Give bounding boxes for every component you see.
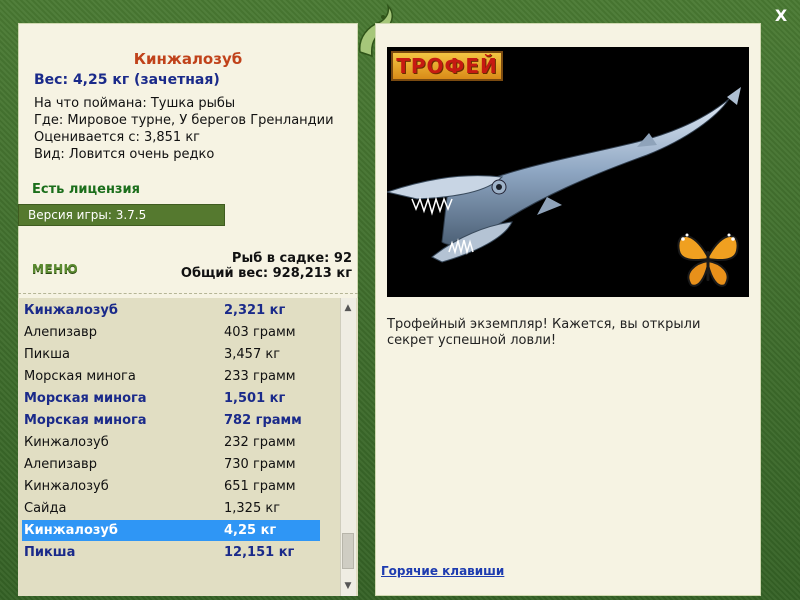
fish-weight-value: 403 грамм bbox=[224, 325, 296, 340]
fish-weight-value: 782 грамм bbox=[224, 413, 302, 428]
trophy-description: Трофейный экземпляр! Кажется, вы открыли… bbox=[387, 317, 701, 348]
fish-name: Сайда bbox=[24, 501, 67, 516]
list-item[interactable]: Пикша 12,151 кг bbox=[22, 542, 320, 563]
list-item[interactable]: Сайда 1,325 кг bbox=[22, 498, 320, 519]
fish-weight-value: 232 грамм bbox=[224, 435, 296, 450]
close-button[interactable]: X bbox=[771, 6, 791, 26]
location-line: Где: Мировое турне, У берегов Гренландии bbox=[34, 113, 334, 128]
caught-on-line: На что поймана: Тушка рыбы bbox=[34, 96, 236, 111]
list-item[interactable]: Морская минога 1,501 кг bbox=[22, 388, 320, 409]
fish-weight-value: 12,151 кг bbox=[224, 545, 295, 560]
fish-weight-value: 233 грамм bbox=[224, 369, 296, 384]
valued-from-line: Оценивается с: 3,851 кг bbox=[34, 130, 201, 145]
fish-name: Морская минога bbox=[24, 413, 147, 428]
trophy-panel: ТРОФЕЙ Трофейный экземпляр! Кажется, вы … bbox=[375, 23, 761, 596]
game-version-bar: Версия игры: 3.7.5 bbox=[18, 204, 225, 226]
menu-button[interactable]: МЕНЮ bbox=[32, 262, 78, 276]
rarity-line: Вид: Ловится очень редко bbox=[34, 147, 215, 162]
fish-name: Морская минога bbox=[24, 369, 136, 384]
chevron-up-icon[interactable]: ▲ bbox=[340, 300, 356, 316]
fish-name: Алепизавр bbox=[24, 325, 97, 340]
fish-weight-value: 651 грамм bbox=[224, 479, 296, 494]
fish-weight-value: 2,321 кг bbox=[224, 303, 286, 318]
license-status: Есть лицензия bbox=[32, 182, 140, 197]
fish-name: Алепизавр bbox=[24, 457, 97, 472]
list-item[interactable]: Кинжалозуб 651 грамм bbox=[22, 476, 320, 497]
divider bbox=[18, 293, 358, 294]
list-item[interactable]: Алепизавр 403 грамм bbox=[22, 322, 320, 343]
list-item[interactable]: Морская минога 782 грамм bbox=[22, 410, 320, 431]
list-item[interactable]: Алепизавр 730 грамм bbox=[22, 454, 320, 475]
list-scrollbar[interactable]: ▲ ▼ bbox=[340, 298, 356, 596]
fish-weight-value: 3,457 кг bbox=[224, 347, 281, 362]
keep-net-count: Рыб в садке: 92 bbox=[231, 251, 352, 266]
fish-weight: Вес: 4,25 кг (зачетная) bbox=[34, 72, 220, 88]
fish-name: Кинжалозуб bbox=[24, 479, 109, 494]
butterfly-icon bbox=[677, 233, 739, 287]
caught-fish-list[interactable]: Кинжалозуб 2,321 кг Алепизавр 403 грамм … bbox=[18, 298, 358, 596]
fish-name: Кинжалозуб bbox=[24, 435, 109, 450]
fish-name: Пикша bbox=[24, 347, 70, 362]
close-icon: X bbox=[774, 6, 788, 25]
fish-name: Кинжалозуб bbox=[24, 523, 118, 538]
list-item[interactable]: Кинжалозуб 4,25 кг bbox=[22, 520, 320, 541]
list-item[interactable]: Кинжалозуб 232 грамм bbox=[22, 432, 320, 453]
trophy-badge: ТРОФЕЙ bbox=[391, 51, 503, 81]
fish-weight-value: 730 грамм bbox=[224, 457, 296, 472]
list-item[interactable]: Пикша 3,457 кг bbox=[22, 344, 320, 365]
chevron-down-icon[interactable]: ▼ bbox=[340, 578, 356, 594]
fish-name: Морская минога bbox=[24, 391, 147, 406]
fish-title: Кинжалозуб bbox=[133, 50, 243, 68]
fish-weight-value: 1,501 кг bbox=[224, 391, 286, 406]
list-item[interactable]: Морская минога 233 грамм bbox=[22, 366, 320, 387]
fish-name: Кинжалозуб bbox=[24, 303, 118, 318]
fish-name: Пикша bbox=[24, 545, 76, 560]
list-item[interactable]: Кинжалозуб 2,321 кг bbox=[22, 300, 320, 321]
fish-weight-value: 1,325 кг bbox=[224, 501, 281, 516]
total-weight: Общий вес: 928,213 кг bbox=[180, 266, 352, 281]
trophy-fish-photo: ТРОФЕЙ bbox=[387, 47, 749, 297]
scroll-thumb[interactable] bbox=[342, 533, 354, 569]
fish-weight-value: 4,25 кг bbox=[224, 523, 277, 538]
fish-info-panel: Кинжалозуб Вес: 4,25 кг (зачетная) На чт… bbox=[18, 23, 358, 596]
hotkeys-link[interactable]: Горячие клавиши bbox=[381, 564, 504, 578]
